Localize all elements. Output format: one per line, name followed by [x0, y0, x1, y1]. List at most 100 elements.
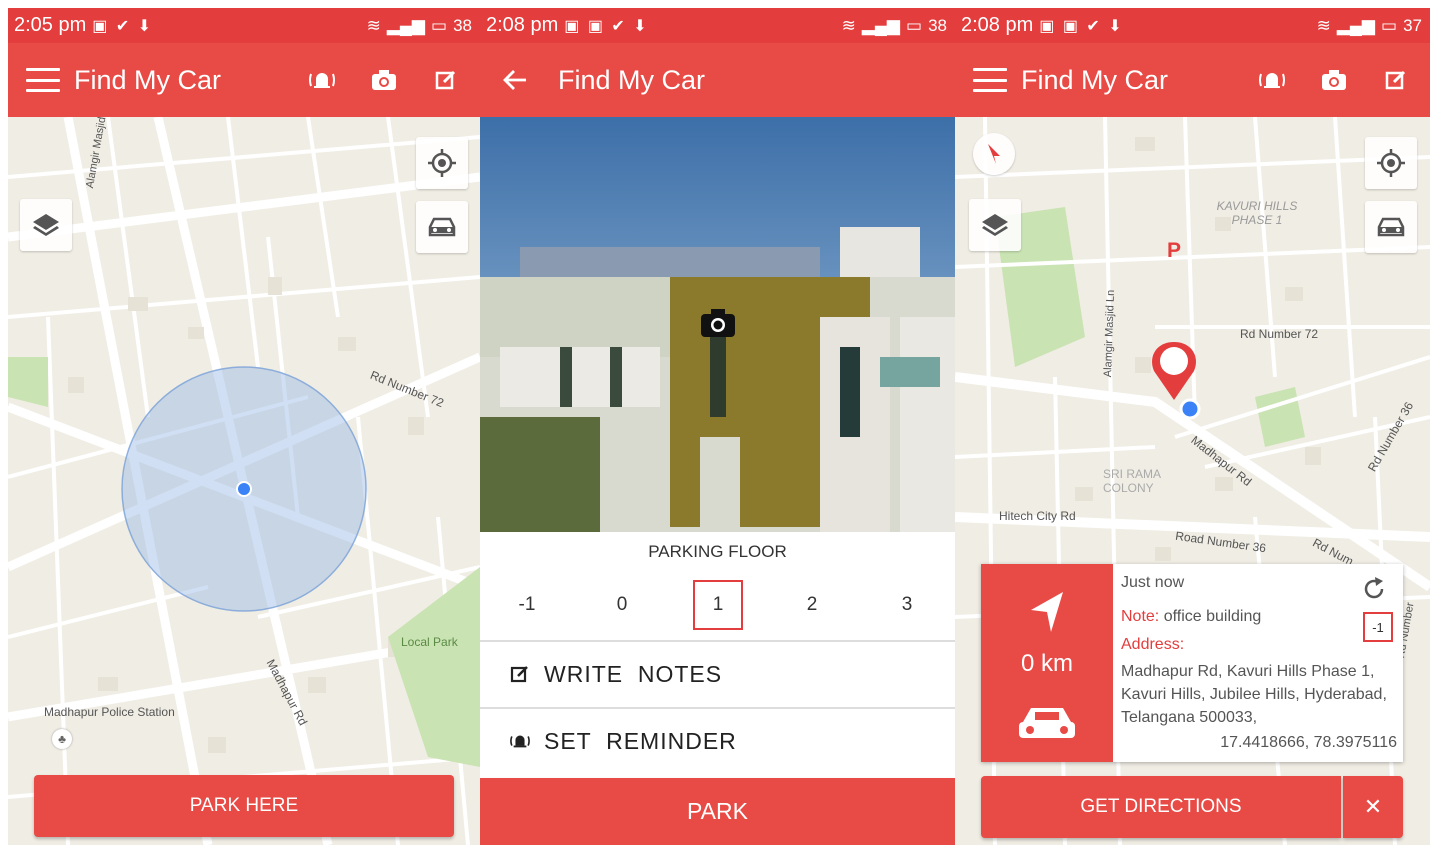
app-bar: Find My Car	[8, 43, 480, 117]
menu-icon[interactable]	[26, 68, 60, 92]
parking-note: Note: office building	[1121, 608, 1261, 626]
app-bar: Find My Car	[955, 43, 1430, 117]
battery-level: 38	[453, 15, 472, 35]
notification-icons: ▣ ▣ ✔ ⬇	[564, 17, 649, 35]
map-view[interactable]: Alamgir Masjid Ln Rd Number 72 Local Par…	[8, 117, 480, 845]
back-arrow-icon[interactable]	[502, 67, 528, 93]
wifi-icon: ≋	[366, 15, 381, 35]
my-location-button[interactable]	[416, 137, 468, 189]
status-time: 2:08 pm	[961, 14, 1034, 36]
menu-icon[interactable]	[973, 68, 1007, 92]
close-icon: ✕	[1363, 794, 1383, 819]
status-right: ≋ ▂▄▆ ▭ 38	[367, 16, 472, 36]
floor-selector: -1 0 1 2 3	[480, 578, 955, 634]
write-notes-row[interactable]: WRITE NOTES	[480, 640, 955, 706]
area-label: KAVURI HILLS PHASE 1	[1216, 199, 1298, 227]
layers-icon	[982, 214, 1008, 236]
car-icon	[1015, 700, 1079, 749]
set-reminder-label: SET REMINDER	[544, 727, 737, 754]
notification-icons: ▣ ▣ ✔ ⬇	[1039, 17, 1124, 35]
wifi-icon: ≋	[1316, 15, 1331, 35]
set-reminder-row[interactable]: SET REMINDER	[480, 707, 955, 773]
wifi-icon: ≋	[841, 15, 856, 35]
my-location-icon	[428, 149, 456, 177]
layers-button[interactable]	[969, 199, 1021, 251]
camera-icon[interactable]	[1320, 66, 1348, 94]
edit-icon[interactable]	[432, 66, 460, 94]
app-bar-actions	[308, 66, 460, 94]
coordinates: 17.4418666, 78.3975116	[1220, 734, 1397, 751]
parking-pin-icon[interactable]: P	[1162, 239, 1186, 263]
park-here-button[interactable]: PARK HERE	[34, 775, 454, 837]
car-icon	[428, 217, 456, 237]
write-notes-label: WRITE NOTES	[544, 660, 723, 687]
floor-option[interactable]: 2	[789, 582, 835, 628]
app-bar: Find My Car	[480, 43, 955, 117]
my-location-button[interactable]	[1365, 137, 1417, 189]
address-value: Madhapur Rd, Kavuri Hills Phase 1, Kavur…	[1121, 663, 1387, 726]
floor-option[interactable]: 0	[599, 582, 645, 628]
app-title: Find My Car	[1021, 64, 1169, 95]
status-bar: 2:08 pm ▣ ▣ ✔ ⬇ ≋ ▂▄▆ ▭ 38	[480, 8, 955, 43]
battery-icon: ▭	[906, 15, 923, 35]
signal-icon: ▂▄▆	[1336, 15, 1376, 35]
layers-button[interactable]	[20, 199, 72, 251]
street-label: Rd Number 72	[1240, 327, 1319, 341]
battery-icon: ▭	[431, 15, 448, 35]
screenshot-collage: 2:05 pm ▣ ✔ ⬇ ≋ ▂▄▆ ▭ 38 Find My Car Ala…	[0, 0, 1441, 845]
compass-icon	[988, 144, 1000, 164]
address-label: Address:	[1121, 636, 1185, 653]
floor-option[interactable]: 3	[884, 582, 930, 628]
app-title: Find My Car	[558, 64, 706, 95]
screen-map-park-here: 2:05 pm ▣ ✔ ⬇ ≋ ▂▄▆ ▭ 38 Find My Car Ala…	[8, 8, 480, 845]
screen-parked-location: 2:08 pm ▣ ▣ ✔ ⬇ ≋ ▂▄▆ ▭ 37 Find My Car P…	[955, 8, 1430, 845]
notification-icons: ▣ ✔ ⬇	[92, 17, 154, 35]
signal-icon: ▂▄▆	[861, 15, 901, 35]
alarm-icon[interactable]	[308, 66, 336, 94]
edit-icon[interactable]	[1382, 66, 1410, 94]
app-title: Find My Car	[74, 64, 222, 95]
distance-value: 0 km	[1020, 650, 1073, 677]
note-label: Note:	[1121, 608, 1160, 625]
status-time: 2:08 pm	[486, 14, 559, 36]
floor-option[interactable]: -1	[504, 582, 550, 628]
my-location-icon	[1377, 149, 1405, 177]
floor-option-selected[interactable]: 1	[693, 580, 743, 630]
battery-level: 37	[1403, 15, 1422, 35]
refresh-icon[interactable]	[1361, 576, 1387, 607]
battery-icon: ▭	[1381, 15, 1398, 35]
police-icon: ♣	[52, 729, 72, 749]
alarm-icon[interactable]	[1258, 66, 1286, 94]
compass-button[interactable]	[973, 133, 1015, 175]
area-label: SRI RAMA COLONY	[1103, 467, 1161, 495]
parking-photo[interactable]	[480, 117, 955, 532]
parked-time: Just now	[1121, 574, 1185, 591]
close-button[interactable]: ✕	[1343, 776, 1403, 838]
status-bar: 2:08 pm ▣ ▣ ✔ ⬇ ≋ ▂▄▆ ▭ 37	[955, 8, 1430, 43]
battery-level: 38	[928, 15, 947, 35]
car-button[interactable]	[416, 201, 468, 253]
distance-panel[interactable]: 0 km	[981, 564, 1113, 762]
park-button[interactable]: PARK	[480, 778, 955, 845]
signal-icon: ▂▄▆	[386, 15, 426, 35]
status-time: 2:05 pm	[14, 14, 87, 36]
screen-park-details: 2:08 pm ▣ ▣ ✔ ⬇ ≋ ▂▄▆ ▭ 38 Find My Car P…	[480, 8, 955, 845]
navigation-arrow-icon	[1027, 590, 1067, 639]
car-button[interactable]	[1365, 201, 1417, 253]
parking-info-card: 0 km Just now Note: office building Addr…	[981, 564, 1403, 762]
parking-floor-label: PARKING FLOOR	[648, 542, 787, 561]
status-right: ≋ ▂▄▆ ▭ 37	[1317, 16, 1422, 36]
get-directions-button[interactable]: GET DIRECTIONS	[981, 776, 1341, 838]
camera-icon[interactable]	[699, 307, 737, 344]
camera-icon[interactable]	[370, 66, 398, 94]
note-value: office building	[1159, 608, 1262, 625]
edit-icon	[510, 664, 530, 684]
street-label: Hitech City Rd	[999, 509, 1076, 523]
car-icon	[1377, 217, 1405, 237]
status-bar: 2:05 pm ▣ ✔ ⬇ ≋ ▂▄▆ ▭ 38	[8, 8, 480, 43]
layers-icon	[33, 214, 59, 236]
alarm-icon	[510, 732, 530, 750]
map-roads	[8, 117, 480, 845]
park-label: Local Park	[401, 635, 458, 649]
status-right: ≋ ▂▄▆ ▭ 38	[842, 16, 947, 36]
